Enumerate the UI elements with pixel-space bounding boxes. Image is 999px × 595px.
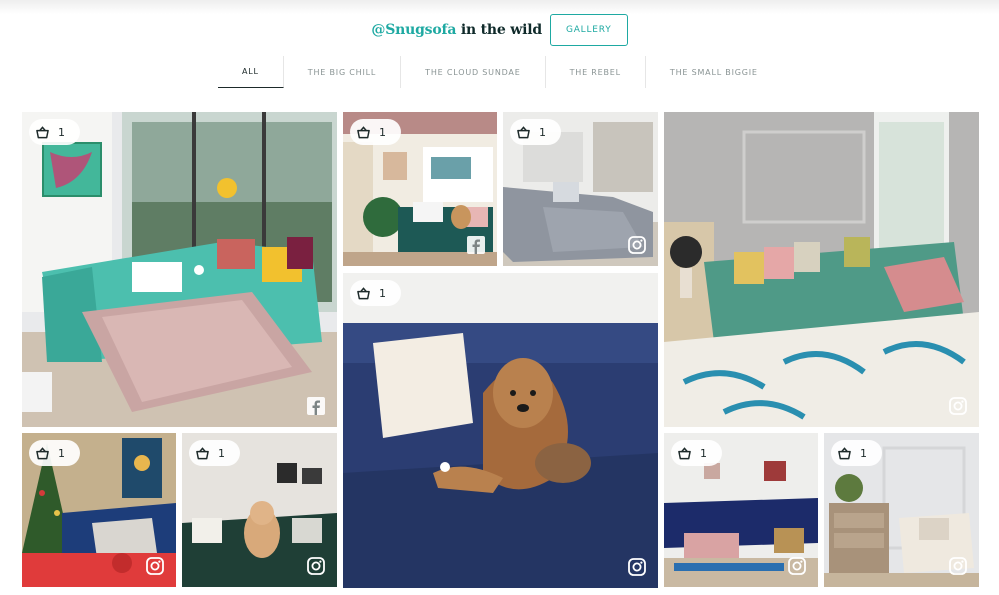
basket-icon (838, 446, 851, 459)
gallery-tile[interactable]: 1 (182, 433, 337, 587)
shop-count: 1 (58, 125, 65, 139)
shop-count-pill[interactable]: 1 (350, 280, 401, 306)
photo-green-corner-sofa (664, 112, 979, 427)
shop-count-pill[interactable]: 1 (510, 119, 561, 145)
basket-icon (357, 125, 370, 138)
gallery-tile[interactable] (664, 112, 979, 427)
shop-count: 1 (539, 125, 546, 139)
shop-count-pill[interactable]: 1 (671, 440, 722, 466)
shop-count-pill[interactable]: 1 (831, 440, 882, 466)
shop-count-pill[interactable]: 1 (29, 440, 80, 466)
hotspot-dot[interactable] (440, 462, 450, 472)
basket-icon (678, 446, 691, 459)
filter-tabs: ALL THE BIG CHILL THE CLOUD SUNDAE THE R… (218, 56, 782, 88)
shop-count: 1 (860, 446, 867, 460)
photo-teal-sofa-bed (22, 112, 337, 427)
basket-icon (36, 446, 49, 459)
instagram-icon[interactable] (949, 557, 967, 575)
basket-icon (36, 125, 49, 138)
gallery-tile[interactable]: 1 (824, 433, 979, 587)
tab-the-small-biggie[interactable]: THE SMALL BIGGIE (646, 56, 782, 88)
gallery-tile[interactable]: 1 (664, 433, 818, 587)
shop-count-pill[interactable]: 1 (189, 440, 240, 466)
instagram-icon[interactable] (628, 236, 646, 254)
shop-count: 1 (700, 446, 707, 460)
gallery-button[interactable]: GALLERY (549, 14, 628, 46)
gallery-tile[interactable]: 1 (503, 112, 658, 266)
basket-icon (196, 446, 209, 459)
hotspot-dot[interactable] (194, 265, 204, 275)
gallery-tile[interactable]: 1 (343, 273, 658, 588)
facebook-icon[interactable] (307, 397, 325, 415)
section-title: @Snugsofa in the wild (371, 22, 542, 38)
instagram-icon[interactable] (949, 397, 967, 415)
basket-icon (517, 125, 530, 138)
tab-all[interactable]: ALL (218, 56, 284, 88)
brand-handle: @Snugsofa (371, 22, 457, 38)
top-shadow (0, 0, 999, 14)
instagram-icon[interactable] (788, 557, 806, 575)
photo-blue-sofa-dog (343, 273, 658, 588)
facebook-icon[interactable] (467, 236, 485, 254)
shop-count: 1 (58, 446, 65, 460)
shop-count: 1 (218, 446, 225, 460)
title-rest: in the wild (456, 22, 542, 38)
gallery-tile[interactable]: 1 (22, 433, 176, 587)
tab-the-cloud-sundae[interactable]: THE CLOUD SUNDAE (401, 56, 546, 88)
tab-the-big-chill[interactable]: THE BIG CHILL (284, 56, 402, 88)
basket-icon (357, 286, 370, 299)
shop-count: 1 (379, 125, 386, 139)
section-header: @Snugsofa in the wild GALLERY (0, 14, 999, 46)
instagram-icon[interactable] (307, 557, 325, 575)
gallery-tile[interactable]: 1 (343, 112, 497, 266)
instagram-icon[interactable] (628, 558, 646, 576)
tab-the-rebel[interactable]: THE REBEL (546, 56, 646, 88)
shop-count-pill[interactable]: 1 (350, 119, 401, 145)
instagram-icon[interactable] (146, 557, 164, 575)
shop-count-pill[interactable]: 1 (29, 119, 80, 145)
gallery-tile[interactable]: 1 (22, 112, 337, 427)
shop-count: 1 (379, 286, 386, 300)
